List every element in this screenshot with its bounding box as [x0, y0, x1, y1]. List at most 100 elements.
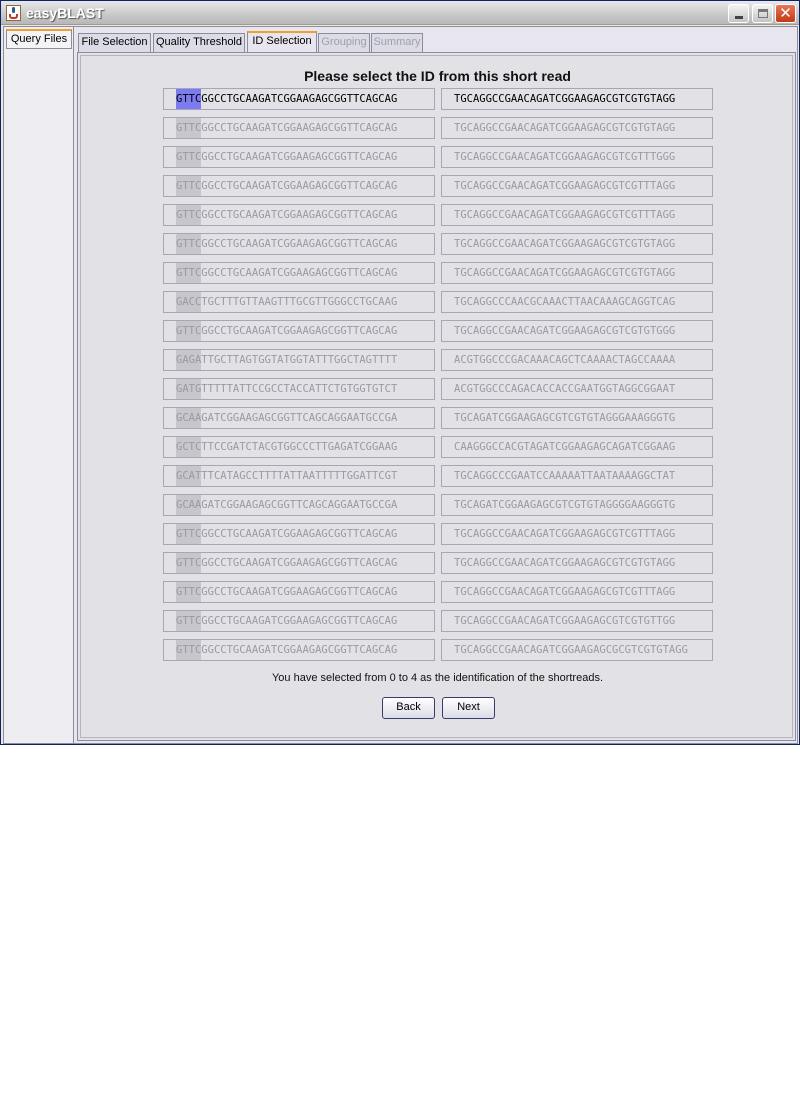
- read-id-selection[interactable]: GTTC: [176, 176, 202, 196]
- tab-file-selection[interactable]: File Selection: [78, 33, 151, 52]
- read-row: GTTCGGCCTGCAAGATCGGAAGAGCGGTTCAGCAG TGCAG…: [163, 146, 713, 168]
- read-right-field[interactable]: TGCAGGCCGAACAGATCGGAAGAGCGTCGTTTAGG: [441, 523, 713, 545]
- read-row: GATGTTTTTATTCCGCCTACCATTCTGTGGTGTCT ACGTG…: [163, 378, 713, 400]
- read-id-selection[interactable]: GTTC: [176, 640, 202, 660]
- read-row: GTTCGGCCTGCAAGATCGGAAGAGCGGTTCAGCAG TGCAG…: [163, 204, 713, 226]
- read-right-field[interactable]: CAAGGGCCACGTAGATCGGAAGAGCAGATCGGAAG: [441, 436, 713, 458]
- read-row: GCAAGATCGGAAGAGCGGTTCAGCAGGAATGCCGA TGCAG…: [163, 494, 713, 516]
- read-row: GAGATTGCTTAGTGGTATGGTATTTGGCTAGTTTT ACGTG…: [163, 349, 713, 371]
- read-row: GTTCGGCCTGCAAGATCGGAAGAGCGGTTCAGCAG TGCAG…: [163, 581, 713, 603]
- read-right-field[interactable]: TGCAGATCGGAAGAGCGTCGTGTAGGGGAAGGGTG: [441, 494, 713, 516]
- read-right-field[interactable]: TGCAGGCCGAACAGATCGGAAGAGCGTCGTGTAGG: [441, 552, 713, 574]
- read-id-selection[interactable]: GCAT: [176, 466, 202, 486]
- read-left-field[interactable]: GTTCGGCCTGCAAGATCGGAAGAGCGGTTCAGCAG: [163, 523, 435, 545]
- read-left-sequence: TGCTTTGTTAAGTTTGCGTTGGGCCTGCAAG: [201, 296, 398, 308]
- read-right-field[interactable]: TGCAGGCCGAACAGATCGGAAGAGCGTCGTTTAGG: [441, 204, 713, 226]
- read-right-field[interactable]: TGCAGGCCCAACGCAAACTTAACAAAGCAGGTCAG: [441, 291, 713, 313]
- read-right-field[interactable]: TGCAGGCCGAACAGATCGGAAGAGCGTCGTGTAGG: [441, 88, 713, 110]
- read-left-field[interactable]: GTTCGGCCTGCAAGATCGGAAGAGCGGTTCAGCAG: [163, 233, 435, 255]
- read-right-field[interactable]: TGCAGGCCGAACAGATCGGAAGAGCGTCGTGTAGG: [441, 117, 713, 139]
- java-icon: [6, 5, 21, 21]
- maximize-button[interactable]: [752, 4, 773, 23]
- read-left-sequence: GATCGGAAGAGCGGTTCAGCAGGAATGCCGA: [201, 412, 398, 424]
- close-icon: ✕: [779, 4, 792, 22]
- read-left-sequence: GATCGGAAGAGCGGTTCAGCAGGAATGCCGA: [201, 499, 398, 511]
- read-right-field[interactable]: ACGTGGCCCGACAAACAGCTCAAAACTAGCCAAAA: [441, 349, 713, 371]
- read-right-field[interactable]: TGCAGGCCGAACAGATCGGAAGAGCGCGTCGTGTAGG: [441, 639, 713, 661]
- read-id-selection[interactable]: GCAA: [176, 495, 202, 515]
- read-left-field[interactable]: GCTCTTCCGATCTACGTGGCCCTTGAGATCGGAAG: [163, 436, 435, 458]
- read-id-selection[interactable]: GTTC: [176, 234, 202, 254]
- minimize-button[interactable]: [728, 4, 749, 23]
- read-right-field[interactable]: TGCAGGCCGAACAGATCGGAAGAGCGTCGTGTTGG: [441, 610, 713, 632]
- read-right-field[interactable]: TGCAGGCCGAACAGATCGGAAGAGCGTCGTGTGGG: [441, 320, 713, 342]
- read-left-field[interactable]: GTTCGGCCTGCAAGATCGGAAGAGCGGTTCAGCAG: [163, 146, 435, 168]
- read-left-field[interactable]: GTTCGGCCTGCAAGATCGGAAGAGCGGTTCAGCAG: [163, 552, 435, 574]
- close-button[interactable]: ✕: [775, 4, 796, 23]
- window-title: easyBLAST: [26, 5, 104, 21]
- read-id-selection[interactable]: GTTC: [176, 553, 202, 573]
- read-left-sequence: GGCCTGCAAGATCGGAAGAGCGGTTCAGCAG: [201, 586, 398, 598]
- read-row: GTTCGGCCTGCAAGATCGGAAGAGCGGTTCAGCAG TGCAG…: [163, 552, 713, 574]
- read-left-field[interactable]: GATGTTTTTATTCCGCCTACCATTCTGTGGTGTCT: [163, 378, 435, 400]
- next-button[interactable]: Next: [442, 697, 495, 719]
- read-row: GTTCGGCCTGCAAGATCGGAAGAGCGGTTCAGCAG TGCAG…: [163, 117, 713, 139]
- read-right-field[interactable]: TGCAGGCCGAACAGATCGGAAGAGCGTCGTGTAGG: [441, 233, 713, 255]
- read-left-field[interactable]: GCAAGATCGGAAGAGCGGTTCAGCAGGAATGCCGA: [163, 494, 435, 516]
- read-row: GACCTGCTTTGTTAAGTTTGCGTTGGGCCTGCAAG TGCAG…: [163, 291, 713, 313]
- read-left-sequence: GGCCTGCAAGATCGGAAGAGCGGTTCAGCAG: [201, 557, 398, 569]
- left-panel: Query Files: [4, 27, 74, 743]
- read-id-selection[interactable]: GTTC: [176, 524, 202, 544]
- read-right-field[interactable]: ACGTGGCCCAGACACCACCGAATGGTAGGCGGAAT: [441, 378, 713, 400]
- read-left-field[interactable]: GTTCGGCCTGCAAGATCGGAAGAGCGGTTCAGCAG: [163, 610, 435, 632]
- back-button[interactable]: Back: [382, 697, 435, 719]
- read-left-field[interactable]: GTTCGGCCTGCAAGATCGGAAGAGCGGTTCAGCAG: [163, 88, 435, 110]
- tab-id-selection[interactable]: ID Selection: [247, 31, 317, 52]
- read-right-field[interactable]: TGCAGGCCGAACAGATCGGAAGAGCGTCGTTTAGG: [441, 175, 713, 197]
- read-id-selection[interactable]: GTTC: [176, 118, 202, 138]
- title-bar[interactable]: easyBLAST ✕: [1, 1, 799, 25]
- panel-heading: Please select the ID from this short rea…: [304, 68, 571, 84]
- read-left-field[interactable]: GTTCGGCCTGCAAGATCGGAAGAGCGGTTCAGCAG: [163, 262, 435, 284]
- id-selection-panel: Please select the ID from this short rea…: [77, 52, 796, 741]
- read-id-selection[interactable]: GCTC: [176, 437, 202, 457]
- read-id-selection[interactable]: GAGA: [176, 350, 202, 370]
- read-left-field[interactable]: GTTCGGCCTGCAAGATCGGAAGAGCGGTTCAGCAG: [163, 639, 435, 661]
- read-id-selection[interactable]: GCAA: [176, 408, 202, 428]
- tab-quality-threshold[interactable]: Quality Threshold: [153, 33, 245, 52]
- read-id-selection[interactable]: GTTC: [176, 147, 202, 167]
- read-left-field[interactable]: GTTCGGCCTGCAAGATCGGAAGAGCGGTTCAGCAG: [163, 204, 435, 226]
- read-right-field[interactable]: TGCAGGCCGAACAGATCGGAAGAGCGTCGTTTGGG: [441, 146, 713, 168]
- read-id-selection[interactable]: GTTC: [176, 611, 202, 631]
- read-left-sequence: GGCCTGCAAGATCGGAAGAGCGGTTCAGCAG: [201, 122, 398, 134]
- read-right-field[interactable]: TGCAGGCCCGAATCCAAAAATTAATAAAAGGCTAT: [441, 465, 713, 487]
- read-right-field[interactable]: TGCAGATCGGAAGAGCGTCGTGTAGGGAAAGGGTG: [441, 407, 713, 429]
- read-id-selection[interactable]: GTTC: [176, 321, 202, 341]
- read-right-field[interactable]: TGCAGGCCGAACAGATCGGAAGAGCGTCGTGTAGG: [441, 262, 713, 284]
- read-row: GTTCGGCCTGCAAGATCGGAAGAGCGGTTCAGCAG TGCAG…: [163, 88, 713, 110]
- read-left-sequence: TTGCTTAGTGGTATGGTATTTGGCTAGTTTT: [201, 354, 398, 366]
- read-id-selection[interactable]: GACC: [176, 292, 202, 312]
- read-row: GTTCGGCCTGCAAGATCGGAAGAGCGGTTCAGCAG TGCAG…: [163, 262, 713, 284]
- read-left-field[interactable]: GACCTGCTTTGTTAAGTTTGCGTTGGGCCTGCAAG: [163, 291, 435, 313]
- read-left-field[interactable]: GTTCGGCCTGCAAGATCGGAAGAGCGGTTCAGCAG: [163, 320, 435, 342]
- read-id-selection[interactable]: GTTC: [176, 205, 202, 225]
- read-id-selection[interactable]: GATG: [176, 379, 202, 399]
- tab-query-files[interactable]: Query Files: [6, 29, 72, 49]
- tab-summary: Summary: [371, 33, 423, 52]
- read-left-sequence: TTCATAGCCTTTTATTAATTTTTGGATTCGT: [201, 470, 398, 482]
- read-left-field[interactable]: GTTCGGCCTGCAAGATCGGAAGAGCGGTTCAGCAG: [163, 117, 435, 139]
- read-id-selection[interactable]: GTTC: [176, 582, 202, 602]
- read-row: GTTCGGCCTGCAAGATCGGAAGAGCGGTTCAGCAG TGCAG…: [163, 523, 713, 545]
- app-window: easyBLAST ✕ Query Files File Selection Q…: [0, 0, 800, 745]
- read-left-field[interactable]: GTTCGGCCTGCAAGATCGGAAGAGCGGTTCAGCAG: [163, 581, 435, 603]
- read-left-sequence: GGCCTGCAAGATCGGAAGAGCGGTTCAGCAG: [201, 528, 398, 540]
- read-right-field[interactable]: TGCAGGCCGAACAGATCGGAAGAGCGTCGTTTAGG: [441, 581, 713, 603]
- read-left-field[interactable]: GAGATTGCTTAGTGGTATGGTATTTGGCTAGTTTT: [163, 349, 435, 371]
- read-left-field[interactable]: GCAAGATCGGAAGAGCGGTTCAGCAGGAATGCCGA: [163, 407, 435, 429]
- read-id-selection[interactable]: GTTC: [176, 263, 202, 283]
- read-left-field[interactable]: GCATTTCATAGCCTTTTATTAATTTTTGGATTCGT: [163, 465, 435, 487]
- read-left-sequence: GGCCTGCAAGATCGGAAGAGCGGTTCAGCAG: [201, 151, 398, 163]
- read-left-field[interactable]: GTTCGGCCTGCAAGATCGGAAGAGCGGTTCAGCAG: [163, 175, 435, 197]
- read-id-selection[interactable]: GTTC: [176, 89, 202, 109]
